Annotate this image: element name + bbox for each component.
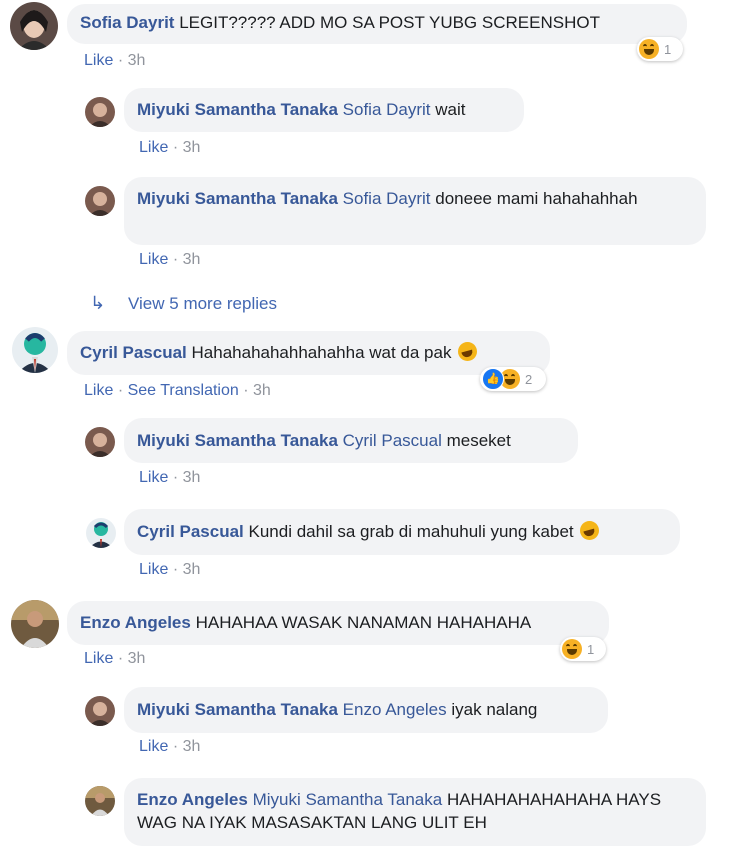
comment-text: Hahahahahahhahahha wat da pak (191, 343, 452, 362)
comment-author[interactable]: Cyril Pascual (80, 343, 187, 362)
reply-author[interactable]: Miyuki Samantha Tanaka (137, 189, 338, 208)
reaction-summary[interactable]: 1 (560, 637, 606, 661)
avatar[interactable] (85, 186, 115, 216)
reply-meta: Like · 3h (139, 469, 200, 487)
separator: · (117, 52, 124, 69)
reply-author[interactable]: Miyuki Samantha Tanaka (137, 700, 338, 719)
timestamp[interactable]: 3h (183, 139, 201, 156)
separator: · (172, 738, 179, 755)
reaction-summary[interactable]: 👍 2 (480, 367, 546, 391)
haha-icon (639, 39, 659, 59)
mention-link[interactable]: Cyril Pascual (343, 431, 442, 450)
like-link[interactable]: Like (139, 469, 168, 486)
comment-author[interactable]: Enzo Angeles (80, 613, 191, 632)
separator: · (172, 139, 179, 156)
reply-bubble: Miyuki Samantha Tanaka Sofia Dayrit done… (124, 177, 706, 245)
view-more-replies-link[interactable]: View 5 more replies (128, 294, 277, 314)
comment-text: HAHAHAA WASAK NANAMAN HAHAHAHA (195, 613, 532, 632)
reaction-summary[interactable]: 1 (637, 37, 683, 61)
comment-meta: Like · See Translation · 3h (84, 382, 271, 400)
separator: · (117, 650, 124, 667)
reply-author[interactable]: Cyril Pascual (137, 522, 244, 541)
avatar[interactable] (11, 600, 59, 648)
timestamp[interactable]: 3h (183, 469, 201, 486)
reply-bubble: Enzo Angeles Miyuki Samantha Tanaka HAHA… (124, 778, 706, 846)
avatar[interactable] (85, 696, 115, 726)
reply-author[interactable]: Enzo Angeles (137, 790, 248, 809)
comment-bubble: Sofia Dayrit LEGIT????? ADD MO SA POST Y… (67, 4, 687, 44)
reply-meta: Like · 3h (139, 561, 200, 579)
separator: · (243, 382, 249, 399)
timestamp[interactable]: 3h (128, 650, 146, 667)
reply-meta: Like · 3h (139, 139, 200, 157)
mention-link[interactable]: Sofia Dayrit (343, 100, 431, 119)
comment-bubble: Cyril Pascual Hahahahahahhahahha wat da … (67, 331, 550, 375)
avatar[interactable] (12, 327, 58, 373)
timestamp[interactable]: 3h (253, 382, 271, 399)
timestamp[interactable]: 3h (183, 251, 201, 268)
see-translation-link[interactable]: See Translation (128, 382, 239, 399)
reply-meta: Like · 3h (139, 738, 200, 756)
like-link[interactable]: Like (84, 650, 113, 667)
like-link[interactable]: Like (139, 251, 168, 268)
reply-author[interactable]: Miyuki Samantha Tanaka (137, 100, 338, 119)
avatar[interactable] (86, 518, 116, 548)
separator: · (117, 382, 124, 399)
comment-author[interactable]: Sofia Dayrit (80, 13, 174, 32)
reply-bubble: Miyuki Samantha Tanaka Cyril Pascual mes… (124, 418, 578, 463)
separator: · (172, 251, 179, 268)
separator: · (172, 561, 179, 578)
mention-link[interactable]: Enzo Angeles (343, 700, 447, 719)
reply-meta: Like · 3h (139, 251, 200, 269)
reply-bubble: Miyuki Samantha Tanaka Enzo Angeles iyak… (124, 687, 608, 733)
comment-bubble: Enzo Angeles HAHAHAA WASAK NANAMAN HAHAH… (67, 601, 609, 645)
avatar[interactable] (85, 97, 115, 127)
comment-meta: Like · 3h (84, 650, 145, 668)
reply-text: meseket (446, 431, 511, 450)
reply-text: iyak nalang (451, 700, 538, 719)
reply-text: wait (435, 100, 466, 119)
timestamp[interactable]: 3h (128, 52, 146, 69)
like-link[interactable]: Like (139, 561, 168, 578)
avatar[interactable] (85, 786, 115, 816)
separator: · (172, 469, 179, 486)
like-link[interactable]: Like (139, 738, 168, 755)
reply-bubble: Cyril Pascual Kundi dahil sa grab di mah… (124, 509, 680, 555)
like-link[interactable]: Like (84, 52, 113, 69)
comment-meta: Like · 3h (84, 52, 145, 70)
reply-text: doneee mami hahahahhah (435, 189, 638, 208)
reply-arrow-icon: ↳ (90, 293, 106, 313)
reply-text: Kundi dahil sa grab di mahuhuli yung kab… (248, 522, 574, 541)
comment-text: LEGIT????? ADD MO SA POST YUBG SCREENSHO… (179, 13, 600, 32)
like-link[interactable]: Like (139, 139, 168, 156)
reply-bubble: Miyuki Samantha Tanaka Sofia Dayrit wait (124, 88, 524, 132)
mention-link[interactable]: Miyuki Samantha Tanaka (253, 790, 443, 809)
reply-author[interactable]: Miyuki Samantha Tanaka (137, 431, 338, 450)
like-icon: 👍 (482, 368, 504, 390)
timestamp[interactable]: 3h (183, 561, 201, 578)
mention-link[interactable]: Sofia Dayrit (343, 189, 431, 208)
avatar[interactable] (85, 427, 115, 457)
like-link[interactable]: Like (84, 382, 113, 399)
timestamp[interactable]: 3h (183, 738, 201, 755)
rofl-emoji-icon (580, 521, 600, 540)
reaction-count: 1 (587, 641, 595, 657)
avatar[interactable] (10, 2, 58, 50)
reaction-count: 2 (525, 371, 533, 387)
haha-icon (562, 639, 582, 659)
rofl-emoji-icon (458, 342, 478, 361)
reaction-count: 1 (664, 41, 672, 57)
